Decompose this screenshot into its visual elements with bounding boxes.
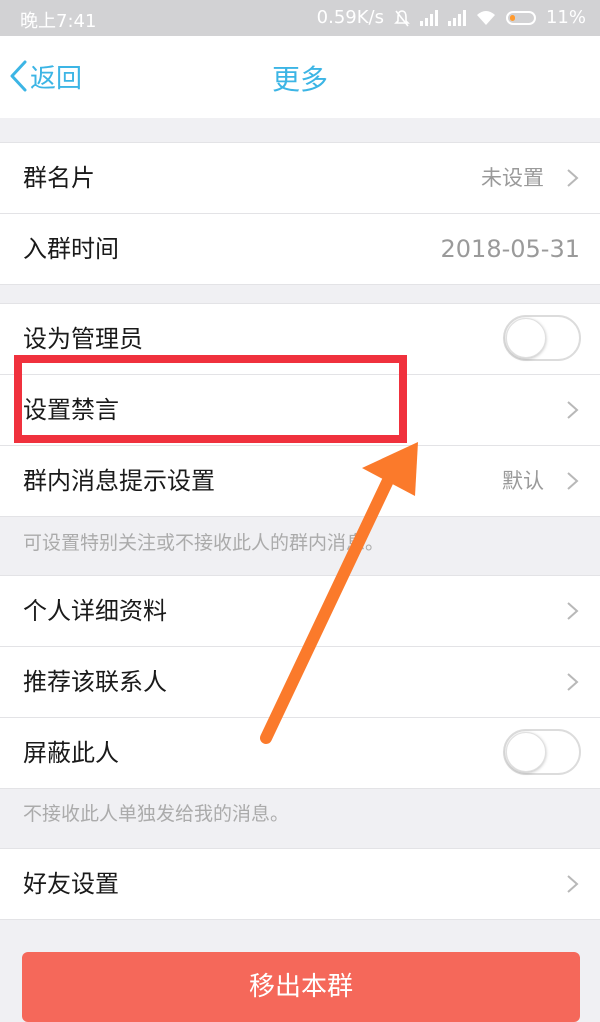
pointer-arrow <box>260 442 418 744</box>
